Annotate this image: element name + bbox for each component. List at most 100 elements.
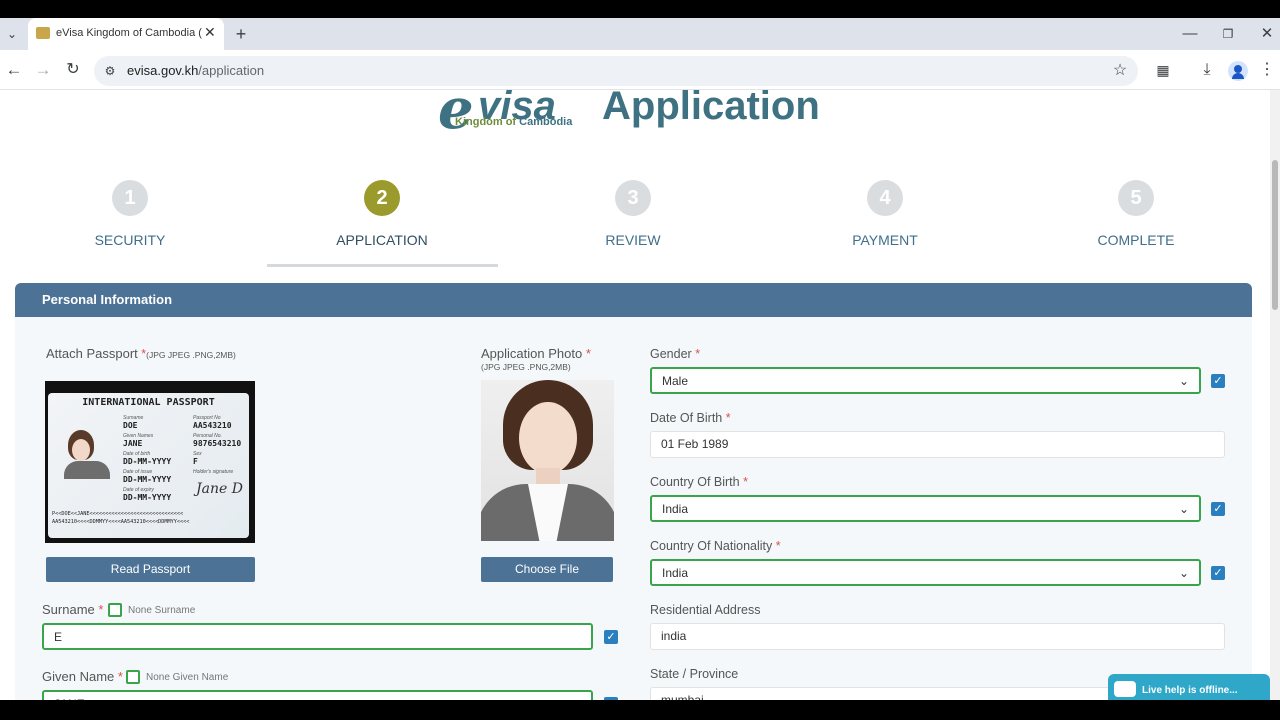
step-number: 5 <box>1118 180 1154 216</box>
step-number: 2 <box>364 180 400 216</box>
required-mark: * <box>743 475 748 489</box>
application-photo-image[interactable] <box>481 380 614 541</box>
passport-heading: INTERNATIONAL PASSPORT <box>82 397 215 408</box>
panel-header: Personal Information <box>15 283 1252 317</box>
tab-title: eVisa Kingdom of Cambodia (C <box>56 27 202 39</box>
extensions-icon[interactable]: ▦ <box>1153 60 1173 80</box>
required-mark: * <box>775 539 781 553</box>
photo-formats: (JPG JPEG .PNG,2MB) <box>481 362 571 372</box>
url-text: evisa.gov.kh/application <box>127 63 264 78</box>
passport-given: JANE <box>123 439 143 448</box>
profile-avatar-icon[interactable] <box>1228 61 1248 81</box>
screen-top-bar <box>0 0 1280 18</box>
nationality-label: Country Of Nationality * <box>650 538 781 554</box>
step-review: 3 REVIEW <box>533 180 733 260</box>
forward-icon[interactable]: → <box>33 60 53 80</box>
address-label: Residential Address <box>650 603 761 617</box>
passport-expiry: DD-MM-YYYY <box>123 493 172 502</box>
surname-input[interactable]: E <box>42 623 593 650</box>
none-given-name-label: None Given Name <box>146 672 229 683</box>
download-icon[interactable]: ⤓ <box>1197 60 1217 80</box>
step-label: REVIEW <box>605 232 661 248</box>
required-mark: * <box>98 602 104 617</box>
gender-select[interactable]: Male ⌄ <box>650 367 1201 394</box>
chevron-down-icon: ⌄ <box>1178 374 1189 388</box>
gender-confirm-checkbox[interactable]: ✓ <box>1211 374 1225 388</box>
surname-label-text: Surname <box>42 602 95 617</box>
passport-image[interactable]: INTERNATIONAL PASSPORT Surname DOE Given… <box>45 381 255 543</box>
passport-no: AA543210 <box>193 421 232 430</box>
chat-bubble-icon <box>1114 681 1136 697</box>
step-application: 2 APPLICATION <box>282 180 482 260</box>
passport-signature: Jane D <box>196 481 243 497</box>
url-path: /application <box>198 63 265 78</box>
dob-label: Date Of Birth * <box>650 410 731 426</box>
menu-kebab-icon[interactable]: ⋮ <box>1257 60 1277 80</box>
minimize-icon[interactable]: — <box>1180 24 1200 44</box>
none-surname-label: None Surname <box>128 605 196 616</box>
panel-title: Personal Information <box>42 292 173 307</box>
country-birth-label: Country Of Birth * <box>650 474 748 490</box>
nationality-confirm-checkbox[interactable]: ✓ <box>1211 566 1225 580</box>
passport-label: Attach Passport *(JPG JPEG .PNG,2MB) <box>46 346 236 362</box>
state-label: State / Province <box>650 667 739 681</box>
chevron-down-icon: ⌄ <box>1178 502 1189 516</box>
address-input[interactable]: india <box>650 623 1225 650</box>
country-birth-select[interactable]: India ⌄ <box>650 495 1201 522</box>
passport-surname: DOE <box>123 421 138 430</box>
photo-label-text: Application Photo <box>481 346 583 361</box>
gender-value: Male <box>662 374 689 388</box>
active-step-underline <box>267 264 498 267</box>
back-icon[interactable]: ← <box>4 60 24 80</box>
progress-steps: 1 SECURITY 2 APPLICATION 3 REVIEW 4 PAYM… <box>30 180 1250 356</box>
nationality-select[interactable]: India ⌄ <box>650 559 1201 586</box>
new-tab-icon[interactable]: + <box>231 24 251 44</box>
restore-icon[interactable]: ❐ <box>1218 24 1238 44</box>
reload-icon[interactable]: ↻ <box>63 60 83 80</box>
passport-sex: F <box>193 457 198 466</box>
given-name-label-text: Given Name <box>42 669 115 684</box>
browser-tab[interactable]: eVisa Kingdom of Cambodia (C ✕ <box>28 18 224 50</box>
passport-pno: 9876543210 <box>193 439 242 448</box>
scrollbar-thumb[interactable] <box>1272 160 1278 310</box>
dob-input[interactable]: 01 Feb 1989 <box>650 431 1225 458</box>
none-surname-checkbox[interactable] <box>108 603 122 617</box>
country-birth-value: India <box>662 502 689 516</box>
passport-formats: (JPG JPEG .PNG,2MB) <box>146 350 236 360</box>
gender-label-text: Gender <box>650 347 692 361</box>
given-name-label: Given Name * <box>42 669 123 685</box>
passport-mrz-line2: AA543210<<<<DDMMYY<<<<AA543210<<<<DDMMYY… <box>52 519 190 525</box>
none-given-name-checkbox[interactable] <box>126 670 140 684</box>
screen-bottom-bar <box>0 700 1280 720</box>
site-info-icon[interactable]: ⚙ <box>100 61 120 81</box>
read-passport-button[interactable]: Read Passport <box>46 557 255 582</box>
step-number: 3 <box>615 180 651 216</box>
nationality-value: India <box>662 566 689 580</box>
required-mark: * <box>585 346 591 361</box>
step-label: APPLICATION <box>336 232 428 248</box>
step-label: PAYMENT <box>852 232 918 248</box>
passport-dob: DD-MM-YYYY <box>123 457 172 466</box>
surname-label: Surname * <box>42 602 103 618</box>
required-mark: * <box>117 669 123 684</box>
nationality-label-text: Country Of Nationality <box>650 539 773 553</box>
logo-kingdom: Kingdom of <box>455 116 517 128</box>
surname-confirm-checkbox[interactable]: ✓ <box>604 630 618 644</box>
window-close-icon[interactable]: ✕ <box>1257 24 1277 44</box>
favicon-icon <box>36 27 50 39</box>
passport-sig-caption: Holder's signature <box>193 469 234 475</box>
evisa-logo: e visa Kingdom of Cambodia <box>438 90 588 137</box>
step-number: 4 <box>867 180 903 216</box>
bookmark-star-icon[interactable]: ☆ <box>1110 61 1130 81</box>
required-mark: * <box>725 411 731 425</box>
step-payment: 4 PAYMENT <box>785 180 985 260</box>
country-birth-confirm-checkbox[interactable]: ✓ <box>1211 502 1225 516</box>
step-security: 1 SECURITY <box>30 180 230 260</box>
passport-issue: DD-MM-YYYY <box>123 475 172 484</box>
logo-cambodia: Cambodia <box>519 116 573 128</box>
logo-subtitle: Kingdom of Cambodia <box>455 116 572 128</box>
choose-file-button[interactable]: Choose File <box>481 557 613 582</box>
tab-search-icon[interactable]: ⌄ <box>2 24 22 44</box>
tab-close-icon[interactable]: ✕ <box>204 24 216 41</box>
address-bar[interactable]: ⚙ evisa.gov.kh/application ☆ <box>94 56 1138 86</box>
